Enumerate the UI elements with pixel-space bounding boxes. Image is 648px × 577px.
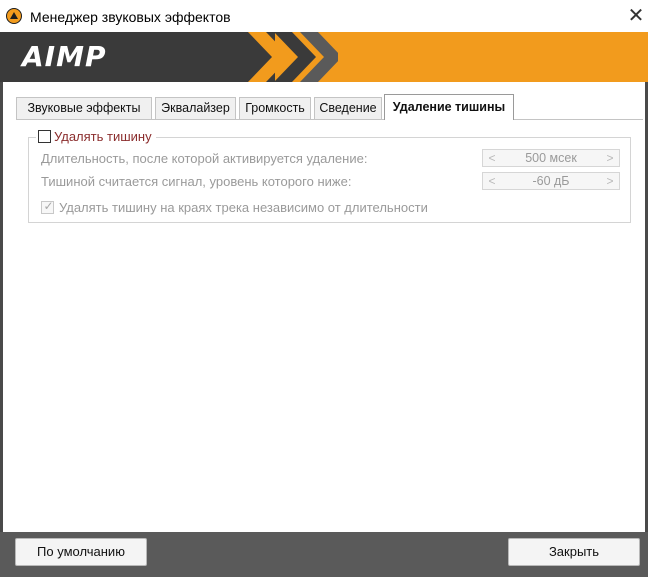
defaults-button[interactable]: По умолчанию [15, 538, 147, 566]
silence-group-legend: Удалять тишину [36, 128, 156, 146]
window-title: Менеджер звуковых эффектов [30, 9, 231, 25]
tab-mixing[interactable]: Сведение [314, 97, 382, 119]
aimp-banner: AIMP [0, 32, 648, 82]
edges-checkbox[interactable]: ✓ [41, 199, 54, 215]
content-area: Звуковые эффекты Эквалайзер Громкость Св… [3, 82, 645, 532]
increment-icon[interactable]: > [603, 173, 617, 189]
footer-bar: По умолчанию Закрыть [0, 532, 648, 577]
chevron-arrows-icon [248, 32, 338, 82]
tab-equalizer[interactable]: Эквалайзер [155, 97, 236, 119]
tab-silence-removal[interactable]: Удаление тишины [384, 94, 514, 120]
tab-volume[interactable]: Громкость [239, 97, 311, 119]
threshold-label: Тишиной считается сигнал, уровень которо… [41, 174, 352, 189]
remove-silence-checkbox[interactable] [38, 130, 51, 144]
remove-silence-label: Удалять тишину [54, 129, 152, 145]
threshold-spinner[interactable]: < -60 дБ > [482, 172, 620, 190]
close-button[interactable]: Закрыть [508, 538, 640, 566]
aimp-logo: AIMP [22, 40, 107, 73]
edges-option-row: ✓ Удалять тишину на краях трека независим… [41, 199, 428, 215]
main-panel: Звуковые эффекты Эквалайзер Громкость Св… [0, 82, 648, 532]
duration-spinner[interactable]: < 500 мсек > [482, 149, 620, 167]
checkmark-icon: ✓ [43, 199, 54, 214]
threshold-value[interactable]: -60 дБ [499, 173, 603, 189]
increment-icon[interactable]: > [603, 150, 617, 166]
close-icon[interactable]: ✕ [624, 4, 648, 28]
duration-label: Длительность, после которой активируется… [41, 151, 368, 166]
decrement-icon[interactable]: < [485, 150, 499, 166]
edges-label: Удалять тишину на краях трека независимо… [59, 200, 428, 216]
title-bar: Менеджер звуковых эффектов ✕ [0, 0, 648, 32]
aimp-app-icon [6, 8, 22, 24]
tab-sound-effects[interactable]: Звуковые эффекты [16, 97, 152, 119]
decrement-icon[interactable]: < [485, 173, 499, 189]
duration-value[interactable]: 500 мсек [499, 150, 603, 166]
tab-content-border [16, 119, 643, 120]
